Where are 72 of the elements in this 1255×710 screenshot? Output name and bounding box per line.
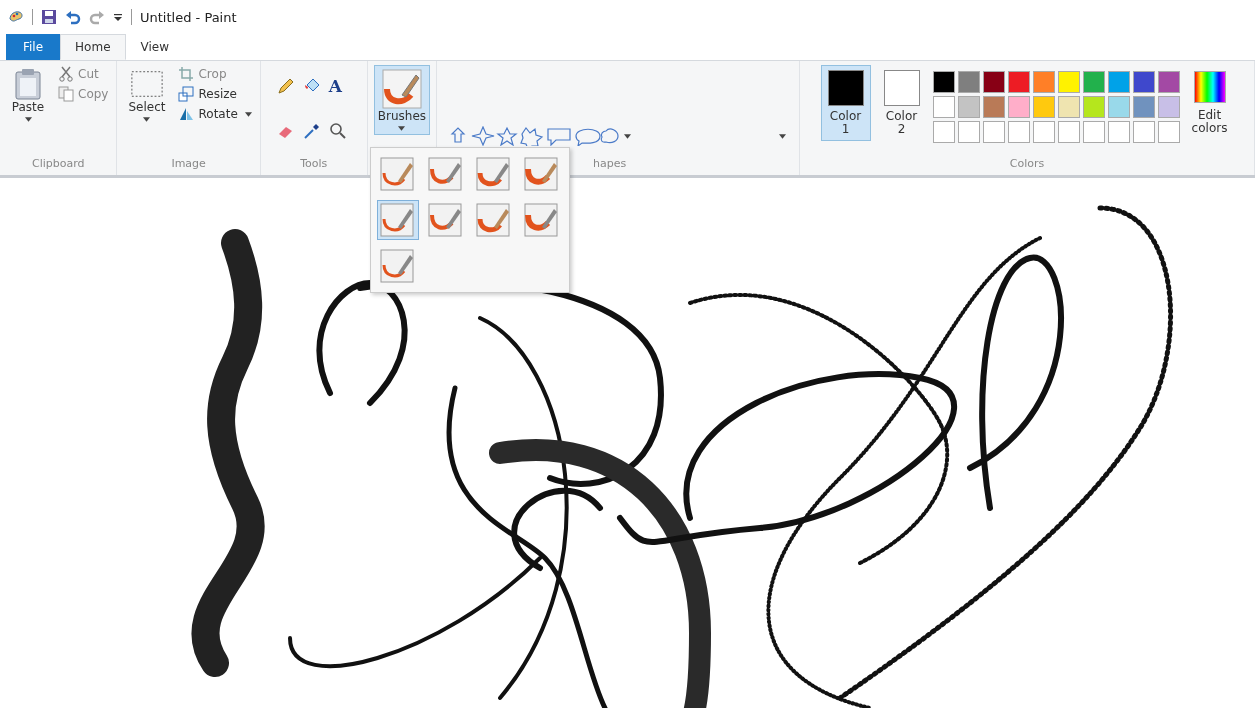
brush-icon [381,69,422,109]
palette-swatch[interactable] [1157,96,1180,118]
palette-swatch[interactable] [1107,71,1130,93]
caret-icon [24,117,32,122]
redo-icon[interactable] [89,9,105,25]
brushes-button[interactable]: Brushes [373,65,431,135]
palette-swatch[interactable] [1082,71,1105,93]
palette-swatch[interactable] [1057,96,1080,118]
window-title: Untitled - Paint [140,9,237,25]
edit-colors-button[interactable]: Edit colors [1185,65,1234,141]
group-label: Image [171,157,206,172]
save-icon[interactable] [41,9,57,25]
palette-swatch[interactable] [1107,96,1130,118]
palette-swatch[interactable] [1007,96,1030,118]
select-button[interactable]: Select [123,65,171,125]
empty-swatch[interactable] [1082,121,1105,143]
pencil-icon[interactable] [276,77,295,95]
palette-swatch[interactable] [1057,71,1080,93]
shapes-gallery-drawing[interactable] [450,126,621,146]
palette-swatch[interactable] [1157,71,1180,93]
palette-swatch[interactable] [1132,71,1155,93]
palette-swatch[interactable] [1082,96,1105,118]
palette-swatch[interactable] [932,71,955,93]
palette-swatch[interactable] [982,96,1005,118]
empty-swatch[interactable] [1007,121,1030,143]
palette-swatch[interactable] [957,96,980,118]
color-1-button[interactable]: Color 1 [820,65,871,141]
text-tool-icon[interactable]: A [328,77,351,95]
empty-swatch[interactable] [1032,121,1055,143]
caret-icon [244,111,252,117]
caret-icon [779,133,787,139]
empty-swatch[interactable] [1057,121,1080,143]
ribbon-tab[interactable]: View [125,34,184,60]
palette-swatch[interactable] [957,71,980,93]
color-2-button[interactable]: Color 2 [876,65,927,141]
rotate-icon [178,106,195,122]
brush-option[interactable] [376,200,419,240]
undo-icon[interactable] [65,9,81,25]
caret-icon [398,126,406,131]
paste-button[interactable]: Paste [6,65,50,125]
caret-icon [143,117,151,122]
empty-swatch[interactable] [1132,121,1155,143]
group-label: hapes [593,157,627,172]
resize-icon [178,86,195,102]
scissors-icon [58,66,74,82]
group-label: Colors [1009,157,1045,172]
caret-icon [624,133,632,139]
magnifier-icon[interactable] [328,122,347,140]
rotate-button[interactable]: Rotate [176,105,254,123]
crop-icon [178,66,195,82]
color-spectrum-icon [1193,71,1226,103]
ribbon-tab[interactable]: Home [60,34,126,60]
palette-swatch[interactable] [982,71,1005,93]
empty-swatch[interactable] [1157,121,1180,143]
palette-swatch[interactable] [1032,71,1055,93]
selection-rectangle-icon [129,68,164,100]
palette-swatch[interactable] [1007,71,1030,93]
empty-swatch[interactable] [982,121,1005,143]
file-menu-tab[interactable]: File [6,34,61,60]
empty-swatch[interactable] [957,121,980,143]
customize-dropdown-icon[interactable] [113,12,123,22]
group-label: Clipboard [31,157,85,172]
paint-app-icon [8,9,24,25]
color-picker-icon[interactable] [302,122,321,140]
empty-swatch[interactable] [1107,121,1130,143]
group-label: Tools [300,157,328,172]
resize-button[interactable]: Resize [176,85,254,103]
palette-swatch[interactable] [1132,96,1155,118]
palette-swatch[interactable] [932,96,955,118]
palette-swatch[interactable] [1032,96,1055,118]
copy-icon [58,86,74,102]
empty-swatch[interactable] [932,121,955,143]
